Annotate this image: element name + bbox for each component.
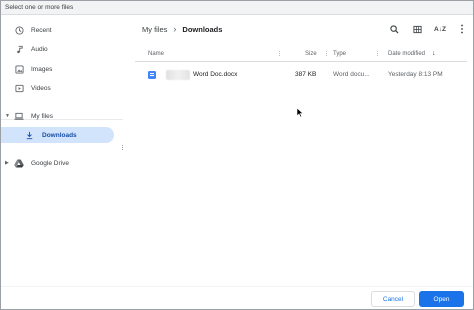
grid-view-button[interactable]: [410, 22, 424, 36]
table-row[interactable]: Word Doc.docx 387 KB Word docu... Yester…: [135, 67, 467, 83]
redacted-thumbnail: [166, 70, 190, 80]
expand-arrow-icon[interactable]: ▼: [5, 113, 10, 119]
sidebar-item-my-files[interactable]: ▼ My files: [1, 108, 123, 124]
file-type: Word docu...: [333, 71, 370, 78]
word-document-icon: [148, 71, 156, 79]
sort-button[interactable]: A↓Z: [433, 22, 447, 36]
grid-view-icon: [412, 25, 422, 33]
file-date: Yesterday 8:13 PM: [388, 71, 443, 78]
image-icon: [14, 64, 24, 74]
sidebar-item-label: Images: [31, 65, 53, 73]
column-header-type[interactable]: Type: [333, 51, 346, 57]
sidebar-item-label: Recent: [31, 26, 52, 34]
sort-az-icon: A↓Z: [434, 25, 446, 33]
download-icon: [24, 130, 34, 140]
sidebar-item-videos[interactable]: Videos: [1, 80, 123, 96]
laptop-icon: [14, 111, 24, 121]
main-content: My files › Downloads A↓Z Name Size Type …: [135, 16, 473, 286]
search-icon: [389, 24, 399, 34]
sidebar-item-label: Downloads: [42, 131, 77, 139]
sort-descending-arrow-icon[interactable]: ↓: [432, 50, 436, 57]
sidebar-item-audio[interactable]: Audio: [1, 41, 123, 57]
file-list-header: Name Size Type Date modified ↓: [135, 46, 467, 62]
file-name: Word Doc.docx: [193, 71, 238, 78]
search-button[interactable]: [387, 22, 401, 36]
breadcrumb-current: Downloads: [182, 24, 223, 34]
column-resize-handle[interactable]: [376, 50, 379, 58]
mouse-pointer-icon: [296, 107, 304, 118]
sidebar: Recent Audio Images Videos ▼ My files Do…: [1, 16, 123, 286]
sidebar-item-label: Audio: [31, 45, 48, 53]
sidebar-item-google-drive[interactable]: ▶ Google Drive: [1, 155, 123, 171]
column-header-date[interactable]: Date modified: [388, 51, 425, 57]
chevron-right-icon: ›: [173, 24, 177, 34]
video-icon: [14, 83, 24, 93]
collapse-arrow-icon[interactable]: ▶: [5, 160, 9, 166]
sidebar-item-label: Videos: [31, 84, 51, 92]
more-options-button[interactable]: [455, 22, 469, 36]
music-note-icon: [14, 44, 24, 54]
column-header-size[interactable]: Size: [305, 51, 317, 57]
clock-icon: [14, 25, 24, 35]
file-picker-dialog: Select one or more files Recent Audio Im…: [0, 0, 474, 310]
column-header-name[interactable]: Name: [148, 51, 164, 57]
sidebar-item-label: Google Drive: [31, 159, 69, 167]
column-resize-handle[interactable]: [325, 50, 328, 58]
sidebar-item-label: My files: [31, 112, 54, 120]
sidebar-item-recent[interactable]: Recent: [1, 22, 123, 38]
breadcrumb: My files › Downloads: [142, 22, 222, 36]
more-vertical-icon: [461, 24, 463, 34]
open-button[interactable]: Open: [419, 291, 464, 307]
google-drive-icon: [14, 158, 24, 168]
dialog-footer: Cancel Open: [1, 286, 473, 309]
dialog-title: Select one or more files: [1, 1, 473, 15]
cancel-button[interactable]: Cancel: [371, 291, 415, 307]
resize-handle[interactable]: [122, 144, 126, 154]
sidebar-item-images[interactable]: Images: [1, 61, 123, 77]
column-resize-handle[interactable]: [278, 50, 281, 58]
sidebar-item-downloads[interactable]: Downloads: [1, 127, 114, 143]
file-size: 387 KB: [295, 71, 317, 78]
breadcrumb-root[interactable]: My files: [142, 25, 167, 34]
